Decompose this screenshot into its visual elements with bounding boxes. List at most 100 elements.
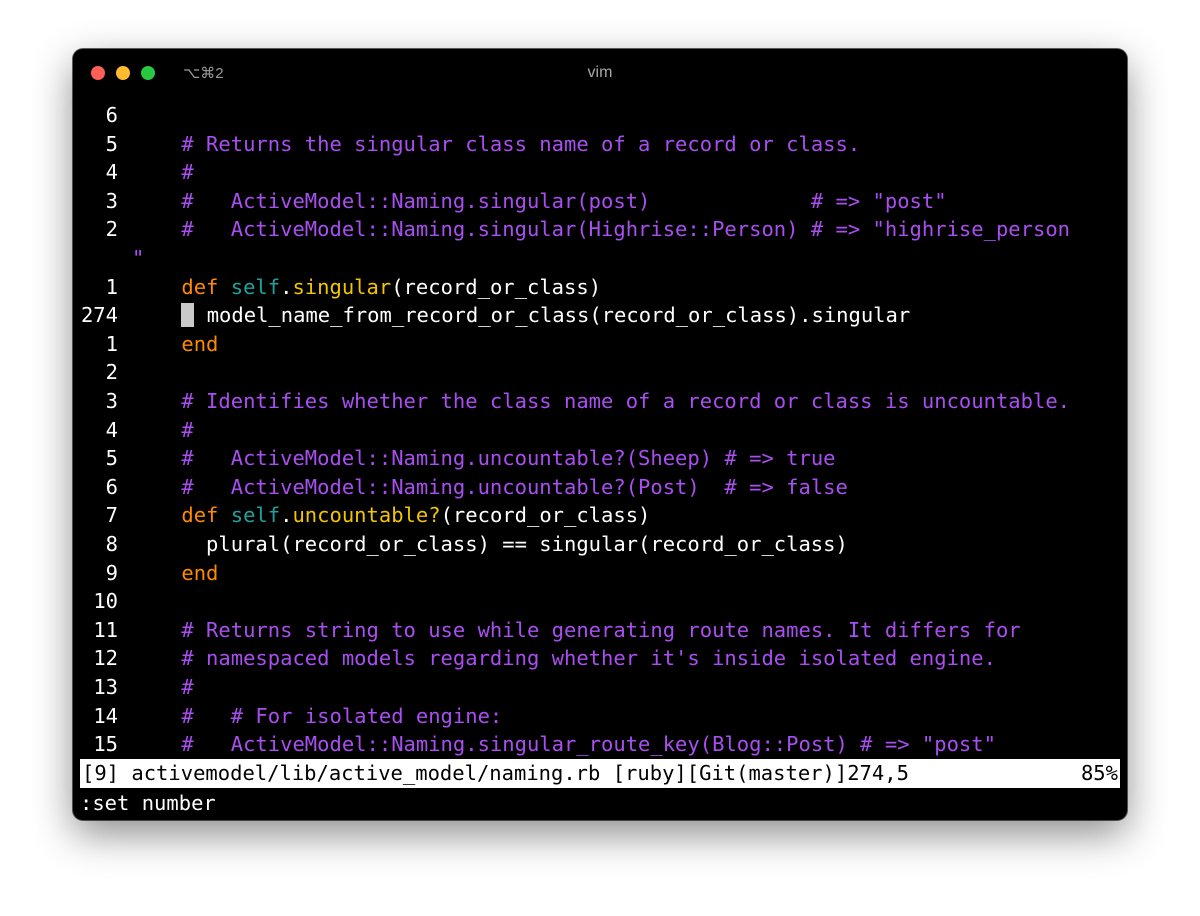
code-comment: # ActiveModel::Naming.uncountable?(Sheep… <box>181 446 836 471</box>
code-comment: # <box>181 675 194 699</box>
code-text: # ActiveModel::Naming.singular(post) # =… <box>132 187 947 216</box>
code-text: model_name_from_record_or_class(record_o… <box>132 301 910 330</box>
code-self: self <box>230 274 281 299</box>
code-comment: # Returns the singular class name of a r… <box>181 131 861 156</box>
code-line[interactable]: 3 # ActiveModel::Naming.singular(post) #… <box>80 187 1120 216</box>
code-text: # # For isolated engine: <box>132 702 502 731</box>
code-token: (record_or_class) <box>440 503 651 528</box>
code-line[interactable]: 4 # <box>80 416 1120 445</box>
code-line[interactable]: 5 # ActiveModel::Naming.uncountable?(She… <box>80 444 1120 473</box>
line-number: 5 <box>105 446 118 471</box>
code-token: . <box>280 274 293 299</box>
code-method-name: singular <box>292 274 392 299</box>
vim-command-line[interactable]: :set number <box>80 789 1120 818</box>
line-number: 4 <box>105 160 118 185</box>
code-keyword: end <box>181 560 219 585</box>
line-number: 4 <box>105 417 118 442</box>
code-keyword: end <box>181 331 219 356</box>
code-comment: # ActiveModel::Naming.singular(post) # =… <box>181 188 947 213</box>
status-scroll-percent: 85% <box>1080 761 1118 785</box>
code-text: " <box>132 244 144 273</box>
code-line[interactable]: 3 # Identifies whether the class name of… <box>80 387 1120 416</box>
code-text: def self.uncountable?(record_or_class) <box>132 501 650 530</box>
code-line[interactable]: 5 # Returns the singular class name of a… <box>80 130 1120 159</box>
line-number: 7 <box>105 503 118 528</box>
code-line[interactable]: 13 # <box>80 673 1120 702</box>
line-number: 1 <box>105 274 118 299</box>
code-comment: # # For isolated engine: <box>181 703 503 728</box>
wrapped-line-continuation[interactable]: " <box>80 244 1120 273</box>
code-line[interactable]: 1 end <box>80 330 1120 359</box>
title-bar[interactable]: ⌥⌘2 vim <box>73 49 1127 99</box>
terminal-window: ⌥⌘2 vim 6 5 # Returns the singular class … <box>73 49 1127 820</box>
code-text: # ActiveModel::Naming.singular(Highrise:… <box>132 215 1070 244</box>
line-number: 3 <box>105 188 118 213</box>
code-comment: # ActiveModel::Naming.uncountable?(Post)… <box>181 474 848 499</box>
line-number: 6 <box>105 474 118 499</box>
code-method-name: uncountable? <box>292 503 441 528</box>
code-text: # Returns string to use while generating… <box>132 616 1020 645</box>
code-line[interactable]: 6 <box>80 101 1120 130</box>
line-number: 15 <box>93 732 118 757</box>
code-line[interactable]: 2 <box>80 358 1120 387</box>
code-self: self <box>230 503 281 528</box>
code-line[interactable]: 2 # ActiveModel::Naming.singular(Highris… <box>80 215 1120 244</box>
line-number: 2 <box>105 360 118 385</box>
code-text: # <box>132 416 194 445</box>
code-token: (record_or_class) <box>391 274 602 299</box>
code-comment: # Identifies whether the class name of a… <box>181 389 1071 413</box>
code-line[interactable]: 12 # namespaced models regarding whether… <box>80 644 1120 673</box>
code-line[interactable]: 1 def self.singular(record_or_class) <box>80 273 1120 302</box>
code-line[interactable]: 4 # <box>80 158 1120 187</box>
window-title: vim <box>587 64 613 81</box>
code-comment: # namespaced models regarding whether it… <box>181 646 996 671</box>
code-line[interactable]: 11 # Returns string to use while generat… <box>80 616 1120 645</box>
code-text: # <box>132 158 193 187</box>
line-number: 5 <box>105 131 118 156</box>
code-line[interactable]: 9 end <box>80 559 1120 588</box>
code-line[interactable]: 274 model_name_from_record_or_class(reco… <box>80 301 1120 330</box>
code-comment: # ActiveModel::Naming.singular(Highrise:… <box>181 217 1071 242</box>
code-text: # <box>132 673 194 702</box>
vim-editor-buffer[interactable]: 6 5 # Returns the singular class name of … <box>80 101 1120 757</box>
code-text: # ActiveModel::Naming.uncountable?(Post)… <box>132 473 848 502</box>
line-number: 10 <box>93 589 118 614</box>
line-number: 13 <box>93 675 118 699</box>
vim-status-line: [9] activemodel/lib/active_model/naming.… <box>80 759 1120 788</box>
code-text: end <box>132 559 218 588</box>
code-text: def self.singular(record_or_class) <box>132 273 601 302</box>
line-number: 2 <box>105 217 118 242</box>
line-number: 14 <box>93 703 118 728</box>
code-comment: # <box>181 417 194 442</box>
line-number: 11 <box>93 617 118 642</box>
code-line[interactable]: 8 plural(record_or_class) == singular(re… <box>80 530 1120 559</box>
code-line[interactable]: 10 <box>80 587 1120 616</box>
code-token: plural(record_or_class) == singular(reco… <box>132 532 848 556</box>
code-comment: " <box>132 246 145 270</box>
status-file-info: [9] activemodel/lib/active_model/naming.… <box>82 761 909 785</box>
code-comment: # ActiveModel::Naming.singular_route_key… <box>181 732 996 757</box>
code-line[interactable]: 14 # # For isolated engine: <box>80 702 1120 731</box>
code-keyword: def <box>181 274 219 299</box>
line-number: 1 <box>105 331 118 356</box>
code-line[interactable]: 7 def self.uncountable?(record_or_class) <box>80 501 1120 530</box>
code-line[interactable]: 6 # ActiveModel::Naming.uncountable?(Pos… <box>80 473 1120 502</box>
code-line[interactable]: 15 # ActiveModel::Naming.singular_route_… <box>80 730 1120 757</box>
code-text: plural(record_or_class) == singular(reco… <box>132 530 848 559</box>
